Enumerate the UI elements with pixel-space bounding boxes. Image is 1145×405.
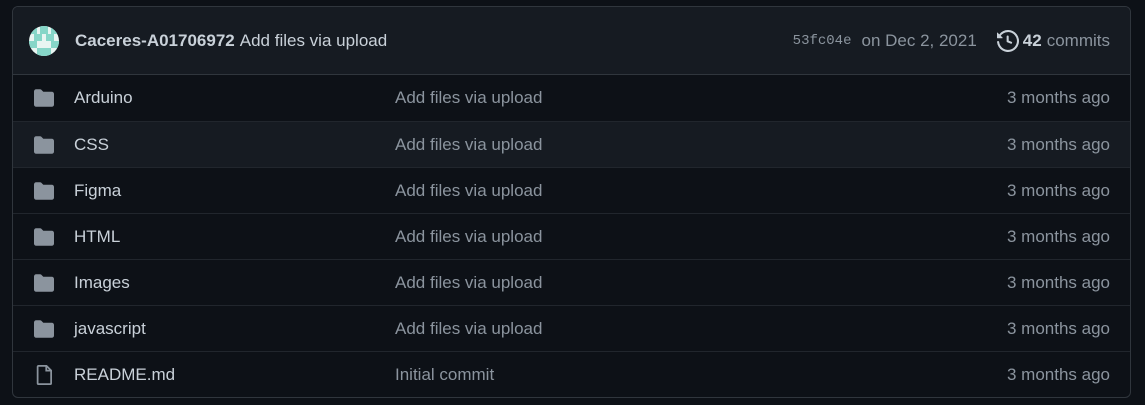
file-commit-age: 3 months ago	[1006, 272, 1110, 292]
file-commit-age: 3 months ago	[1006, 318, 1110, 338]
folder-icon	[33, 180, 55, 202]
file-commit-message-link[interactable]: Add files via upload	[395, 181, 1007, 201]
file-name-link[interactable]: HTML	[74, 227, 395, 247]
file-commit-message-link[interactable]: Initial commit	[395, 365, 1007, 385]
folder-icon	[33, 134, 55, 156]
history-icon	[996, 29, 1019, 52]
file-commit-message-link[interactable]: Add files via upload	[395, 135, 1007, 155]
file-commit-age: 3 months ago	[1006, 88, 1110, 107]
file-name-link[interactable]: Arduino	[74, 88, 395, 108]
folder-icon	[33, 226, 55, 248]
folder-icon	[33, 272, 55, 294]
file-commit-age: 3 months ago	[1006, 364, 1110, 384]
author-avatar[interactable]	[29, 25, 59, 56]
file-row[interactable]: CSS Add files via upload 3 months ago	[13, 121, 1130, 167]
file-name-link[interactable]: Images	[74, 273, 395, 293]
file-commit-age: 3 months ago	[1006, 134, 1110, 154]
file-name-link[interactable]: Figma	[74, 181, 395, 201]
file-row[interactable]: Figma Add files via upload 3 months ago	[13, 167, 1130, 213]
file-row[interactable]: javascript Add files via upload 3 months a…	[13, 305, 1130, 351]
identicon-avatar-icon	[29, 25, 59, 56]
file-icon	[33, 364, 55, 386]
file-commit-message-link[interactable]: Add files via upload	[395, 319, 1007, 339]
file-commit-message-link[interactable]: Add files via upload	[395, 273, 1007, 293]
file-row[interactable]: Images Add files via upload 3 months ago	[13, 259, 1130, 305]
file-row[interactable]: README.md Initial commit 3 months ago	[13, 351, 1130, 397]
commit-message-link[interactable]: Add files via upload	[240, 31, 387, 51]
file-commit-message-link[interactable]: Add files via upload	[395, 227, 1007, 247]
commit-count: 42	[1022, 30, 1042, 50]
file-name-link[interactable]: CSS	[74, 135, 395, 155]
commits-label: commits	[1046, 30, 1110, 50]
file-row[interactable]: Arduino Add files via upload 3 months ago	[13, 75, 1130, 121]
file-browser: Caceres-A01706972 Add files via upload 5…	[12, 6, 1131, 398]
folder-icon	[33, 318, 55, 340]
file-name-link[interactable]: README.md	[74, 365, 395, 385]
commit-date[interactable]: on Dec 2, 2021	[861, 31, 976, 51]
file-commit-message-link[interactable]: Add files via upload	[395, 88, 1007, 108]
file-list: Arduino Add files via upload 3 months ago …	[13, 75, 1130, 397]
folder-icon	[33, 87, 55, 109]
commit-history-link[interactable]: 42 commits	[996, 29, 1110, 52]
file-row[interactable]: HTML Add files via upload 3 months ago	[13, 213, 1130, 259]
commit-sha-link[interactable]: 53fc04e	[793, 33, 852, 49]
file-name-link[interactable]: javascript	[74, 319, 395, 339]
file-commit-age: 3 months ago	[1006, 180, 1110, 200]
commit-author-link[interactable]: Caceres-A01706972	[75, 31, 235, 51]
latest-commit-bar: Caceres-A01706972 Add files via upload 5…	[13, 7, 1130, 75]
file-commit-age: 3 months ago	[1006, 226, 1110, 246]
